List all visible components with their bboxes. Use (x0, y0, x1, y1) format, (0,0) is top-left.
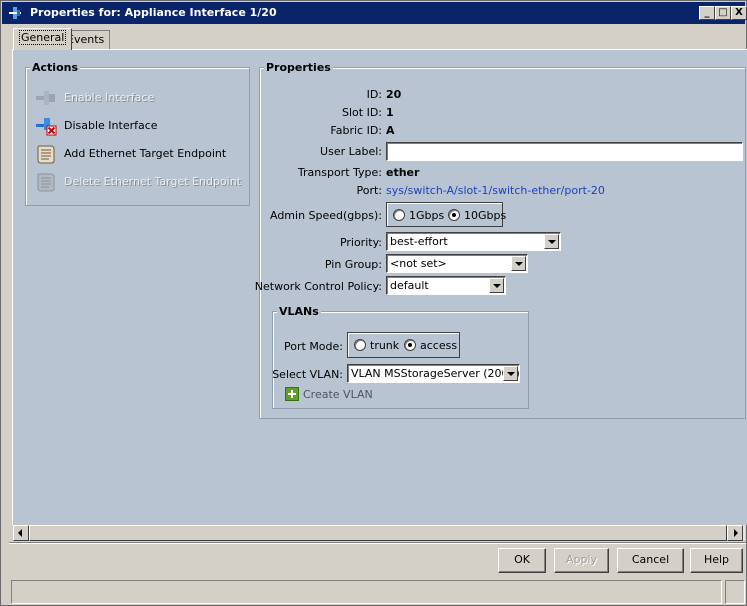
general-tab-panel: Actions Enable Interface Disable Interfa… (12, 49, 747, 525)
properties-dialog: Properties for: Appliance Interface 1/20… (0, 0, 747, 606)
create-vlan-label: Create VLAN (303, 388, 373, 401)
port-mode-trunk-radio[interactable] (354, 339, 366, 351)
chevron-down-icon[interactable] (489, 278, 504, 293)
divider (9, 542, 746, 544)
horizontal-scrollbar[interactable] (13, 524, 745, 541)
close-button[interactable]: X (731, 6, 747, 20)
properties-group-title: Properties (264, 61, 333, 74)
fabric-id-label: Fabric ID: (330, 124, 382, 137)
tab-general[interactable]: General (13, 28, 73, 50)
enable-interface-icon (36, 91, 55, 105)
network-control-policy-select[interactable]: default (386, 276, 506, 295)
admin-speed-1gbps-label: 1Gbps (409, 209, 445, 222)
port-mode-label: Port Mode: (284, 340, 343, 353)
pin-group-select[interactable]: <not set> (386, 254, 528, 273)
status-bar (11, 580, 722, 604)
slot-id-value: 1 (386, 106, 394, 119)
port-mode-access-radio[interactable] (404, 339, 416, 351)
properties-group: Properties ID: 20 Slot ID: 1 Fabric ID: … (255, 61, 746, 419)
pin-group-label: Pin Group: (324, 258, 382, 271)
admin-speed-10gbps-radio[interactable] (448, 209, 460, 221)
priority-label: Priority: (339, 236, 382, 249)
ok-button[interactable]: OK (498, 548, 546, 573)
actions-group-title: Actions (30, 61, 80, 74)
fabric-id-value: A (386, 124, 395, 137)
actions-group: Actions Enable Interface Disable Interfa… (25, 61, 250, 206)
admin-speed-label: Admin Speed(gbps): (269, 209, 382, 222)
port-mode-trunk-label: trunk (370, 339, 400, 352)
minimize-button[interactable]: _ (699, 6, 715, 20)
disable-interface-icon (36, 118, 57, 136)
network-control-policy-label: Network Control Policy: (254, 280, 382, 293)
port-label: Port: (356, 184, 382, 197)
select-vlan-select[interactable]: VLAN MSStorageServer (2000) (347, 364, 520, 383)
plus-icon (285, 387, 299, 401)
id-value: 20 (386, 88, 402, 101)
scroll-right-button[interactable] (727, 525, 743, 541)
transport-type-label: Transport Type: (297, 166, 382, 179)
scroll-icon (37, 173, 55, 192)
apply-button[interactable]: Apply (554, 548, 609, 573)
cancel-button[interactable]: Cancel (617, 548, 684, 573)
chevron-down-icon[interactable] (503, 366, 518, 381)
scroll-icon (37, 145, 55, 164)
vlans-group-title: VLANs (277, 305, 321, 318)
scrollbar-thumb[interactable] (29, 525, 727, 541)
id-label: ID: (366, 88, 382, 101)
appliance-interface-icon (9, 7, 21, 19)
create-vlan-action[interactable]: Create VLAN (285, 387, 405, 405)
priority-select[interactable]: best-effort (386, 232, 561, 251)
select-vlan-label: Select VLAN: (272, 368, 343, 381)
help-button[interactable]: Help (690, 548, 743, 573)
admin-speed-10gbps-label: 10Gbps (464, 209, 507, 222)
scroll-left-button[interactable] (13, 525, 29, 541)
port-link[interactable]: sys/switch-A/slot-1/switch-ether/port-20 (386, 184, 605, 197)
vlans-group: VLANs Port Mode: trunk access Select VLA… (272, 305, 529, 409)
user-label-input[interactable] (386, 142, 743, 161)
chevron-down-icon[interactable] (544, 234, 559, 249)
transport-type-value: ether (386, 166, 420, 179)
status-bar-grip (725, 580, 745, 604)
port-mode-access-label: access (420, 339, 458, 352)
title-bar[interactable]: Properties for: Appliance Interface 1/20… (2, 2, 747, 24)
port-mode-radio-group: trunk access (347, 332, 460, 358)
user-label-label: User Label: (320, 145, 382, 158)
admin-speed-radio-group: 1Gbps 10Gbps (386, 202, 507, 227)
window-title: Properties for: Appliance Interface 1/20 (30, 6, 277, 19)
chevron-down-icon[interactable] (511, 256, 526, 271)
slot-id-label: Slot ID: (342, 106, 382, 119)
maximize-button[interactable]: □ (715, 6, 731, 20)
admin-speed-1gbps-radio[interactable] (393, 209, 405, 221)
